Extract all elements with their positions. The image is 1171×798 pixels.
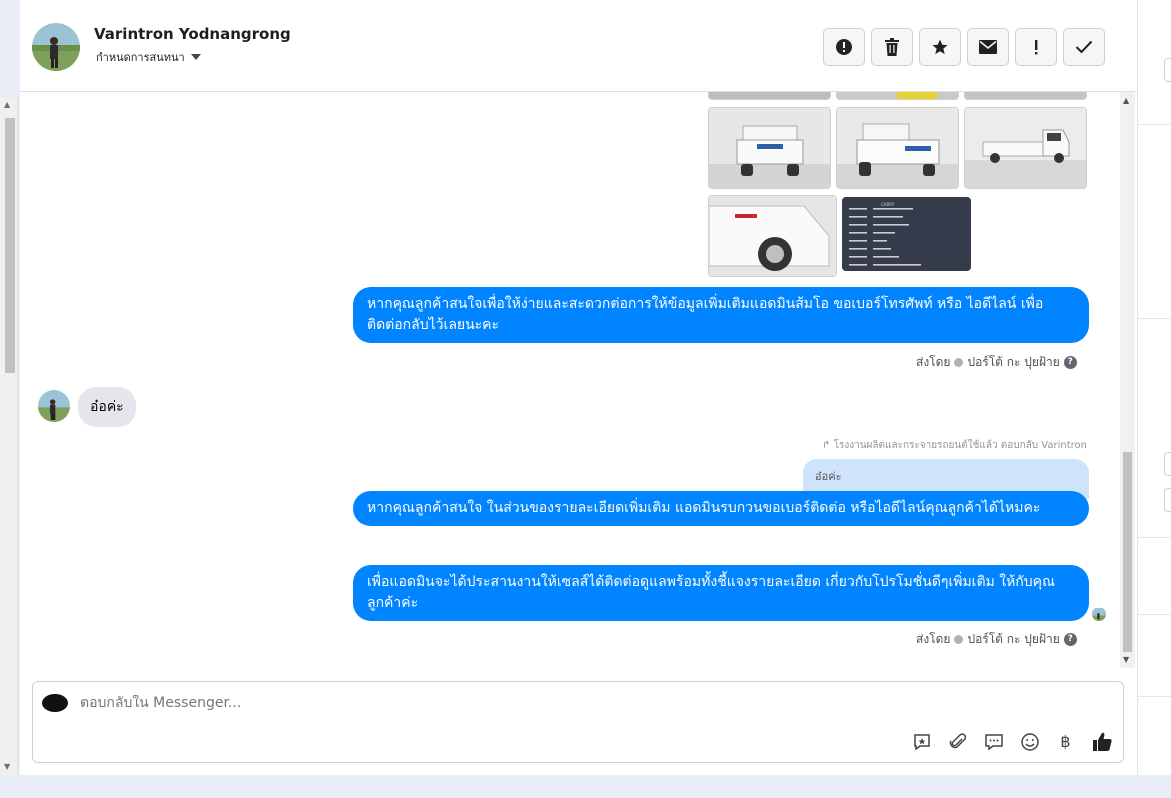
- contact-avatar[interactable]: [32, 23, 80, 71]
- mark-unread-button[interactable]: [967, 28, 1009, 66]
- vehicle-photo-side[interactable]: [964, 107, 1087, 189]
- alert-circle-icon: [836, 39, 852, 55]
- reply-composer: ฿: [32, 681, 1124, 763]
- scroll-up-arrow-icon[interactable]: ▲: [4, 100, 10, 109]
- scrollbar-thumb[interactable]: [5, 118, 15, 373]
- trash-icon: [885, 38, 899, 56]
- reply-context-text: โรงงานผลิตและกระจายรถยนต์ใช้แล้ว ตอบกลับ…: [833, 440, 1087, 451]
- thread-scrollbar[interactable]: ▲ ▼: [1120, 92, 1135, 668]
- seen-indicator-avatar: [1092, 607, 1106, 621]
- emoji-icon[interactable]: [1018, 730, 1041, 753]
- contact-avatar-small[interactable]: [38, 390, 70, 422]
- conversation-panel: Varintron Yodnangrong กำหนดการสนทนา CARR…: [20, 0, 1137, 775]
- follow-up-button[interactable]: [1015, 28, 1057, 66]
- page-avatar: [42, 694, 68, 712]
- caret-down-icon: [190, 54, 201, 60]
- star-button[interactable]: [919, 28, 961, 66]
- like-icon[interactable]: [1090, 730, 1113, 753]
- mark-spam-button[interactable]: [823, 28, 865, 66]
- quoted-text: อ๋อค่ะ: [815, 470, 842, 483]
- vehicle-spec-sheet[interactable]: CARRY: [842, 197, 971, 271]
- scroll-up-arrow-icon[interactable]: ▲: [1123, 96, 1129, 105]
- vehicle-photo-rear[interactable]: [708, 107, 831, 189]
- vehicle-photo-wheel[interactable]: [708, 195, 837, 277]
- window-bottom-strip: [0, 775, 1171, 798]
- vehicle-photo[interactable]: [708, 92, 831, 100]
- conversation-list-scrollbar[interactable]: ▲ ▼: [0, 98, 18, 775]
- conversation-settings-label: กำหนดการสนทนา: [96, 51, 185, 64]
- agent-names: ปอร์โต้ กะ ปุยฝ้าย: [967, 632, 1060, 646]
- message-sent-info: ส่งโดย ปอร์โต้ กะ ปุยฝ้าย ?: [916, 630, 1077, 649]
- sent-by-label: ส่งโดย: [916, 632, 951, 646]
- message-text: อ๋อค่ะ: [90, 399, 124, 415]
- vehicle-photo[interactable]: [836, 92, 959, 100]
- exclamation-icon: [1035, 40, 1038, 55]
- message-sent-info: ส่งโดย ปอร์โต้ กะ ปุยฝ้าย ?: [916, 353, 1077, 372]
- reply-context: ↱ โรงงานผลิตและกระจายรถยนต์ใช้แล้ว ตอบกล…: [822, 438, 1087, 453]
- divider: [1138, 318, 1171, 319]
- message-thread: CARRY หากคุณลูกค้าสนใจเพื่อให้ง่ายและสะด…: [20, 92, 1120, 670]
- saved-reply-icon[interactable]: [910, 730, 933, 753]
- outgoing-message[interactable]: เพื่อแอดมินจะได้ประสานงานให้เซลส์ได้ติดต…: [353, 565, 1089, 621]
- outgoing-message[interactable]: หากคุณลูกค้าสนใจ ในส่วนของรายละเอียดเพิ่…: [353, 491, 1089, 526]
- attach-icon[interactable]: [946, 730, 969, 753]
- agent-avatar-icon: [954, 358, 964, 367]
- outgoing-message[interactable]: หากคุณลูกค้าสนใจเพื่อให้ง่ายและสะดวกต่อก…: [353, 287, 1089, 343]
- divider: [1138, 537, 1171, 538]
- spec-sheet-title: CARRY: [881, 202, 895, 207]
- contact-name[interactable]: Varintron Yodnangrong: [94, 25, 291, 43]
- message-text: หากคุณลูกค้าสนใจ ในส่วนของรายละเอียดเพิ่…: [367, 500, 1041, 516]
- mail-icon: [979, 40, 997, 54]
- sidebar-field[interactable]: [1164, 58, 1171, 82]
- conversation-settings-dropdown[interactable]: กำหนดการสนทนา: [96, 48, 201, 66]
- star-icon: [932, 39, 948, 55]
- help-icon[interactable]: ?: [1063, 356, 1077, 369]
- customer-info-sidebar: [1137, 0, 1171, 775]
- message-template-icon[interactable]: [982, 730, 1005, 753]
- agent-names: ปอร์โต้ กะ ปุยฝ้าย: [967, 355, 1060, 369]
- incoming-message[interactable]: อ๋อค่ะ: [78, 387, 136, 427]
- scroll-down-arrow-icon[interactable]: ▼: [1123, 655, 1129, 664]
- check-icon: [1075, 40, 1093, 54]
- sidebar-field[interactable]: [1164, 488, 1171, 512]
- scroll-down-arrow-icon[interactable]: ▼: [4, 762, 10, 771]
- help-icon[interactable]: ?: [1063, 633, 1077, 646]
- inbox-window: ▲ ▼ Varintron Yodnangrong กำหนดการสนทนา: [0, 0, 1171, 798]
- divider: [1138, 696, 1171, 697]
- delete-button[interactable]: [871, 28, 913, 66]
- payment-baht-icon[interactable]: ฿: [1054, 730, 1077, 753]
- mark-done-button[interactable]: [1063, 28, 1105, 66]
- agent-avatar-icon: [954, 635, 964, 644]
- divider: [1138, 614, 1171, 615]
- reply-input[interactable]: [80, 695, 780, 711]
- sidebar-field[interactable]: [1164, 452, 1171, 476]
- divider: [1138, 124, 1171, 125]
- vehicle-photo-rear-angle[interactable]: [836, 107, 959, 189]
- scrollbar-thumb[interactable]: [1123, 452, 1132, 652]
- vehicle-photo[interactable]: [964, 92, 1087, 100]
- conversation-header: Varintron Yodnangrong กำหนดการสนทนา: [20, 0, 1137, 92]
- composer-toolbar: ฿: [910, 730, 1113, 753]
- sent-by-label: ส่งโดย: [916, 355, 951, 369]
- reply-arrow-icon: ↱: [822, 440, 831, 451]
- message-text: เพื่อแอดมินจะได้ประสานงานให้เซลส์ได้ติดต…: [367, 574, 1056, 611]
- message-text: หากคุณลูกค้าสนใจเพื่อให้ง่ายและสะดวกต่อก…: [367, 296, 1044, 333]
